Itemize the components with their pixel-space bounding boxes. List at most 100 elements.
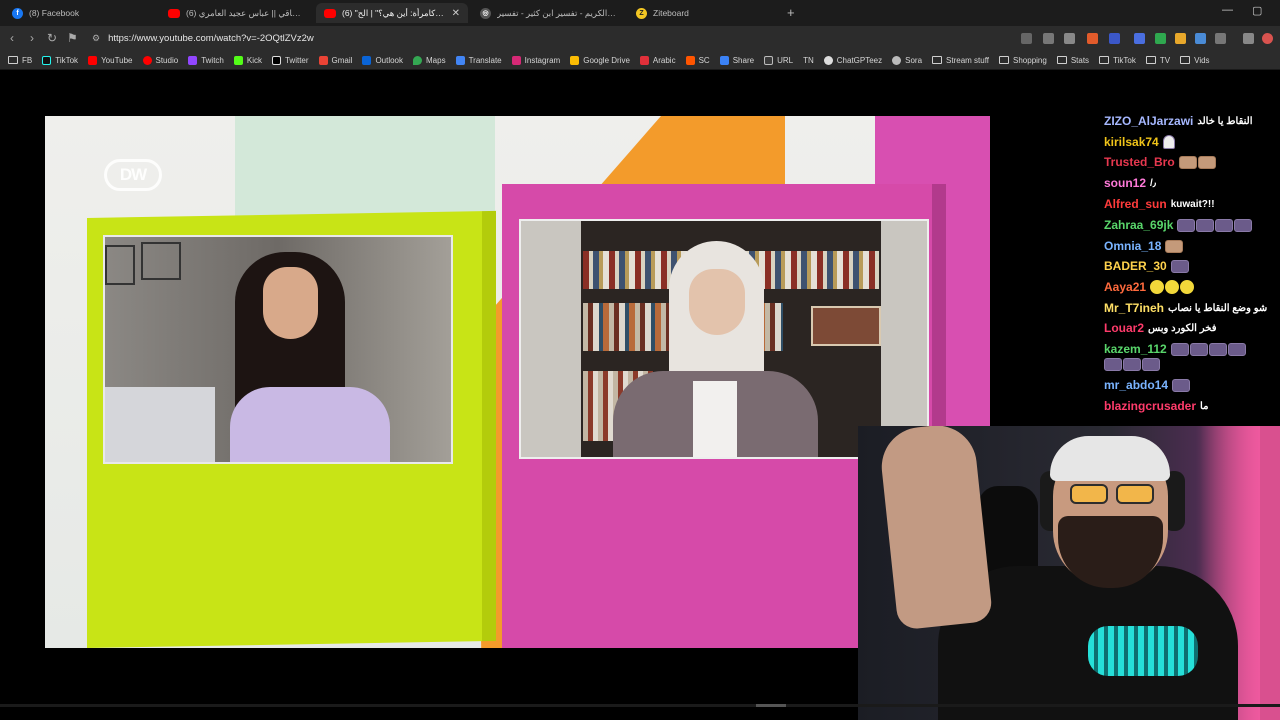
bookmark-outlook[interactable]: Outlook — [362, 55, 404, 65]
media-icon[interactable] — [1243, 33, 1254, 44]
bookmark-tn[interactable]: TN — [803, 56, 814, 65]
bookmark-tv[interactable]: TV — [1145, 56, 1170, 65]
bookmark-instagram[interactable]: Instagram — [511, 55, 560, 65]
tab-youtube-song[interactable]: (6) اجمل ساقي || عباس عجيد العامري :k — [160, 3, 310, 23]
reload-icon[interactable]: ↻ — [47, 31, 57, 45]
emote-icon — [1197, 155, 1216, 169]
video-progress-bar[interactable] — [0, 704, 1280, 707]
maximize-icon[interactable]: ▢ — [1252, 4, 1262, 17]
address-bar[interactable]: ⚙ https://www.youtube.com/watch?v=-2OQtl… — [88, 29, 1008, 48]
bookmark-youtube[interactable]: YouTube — [88, 55, 133, 65]
emote-icon — [1162, 135, 1175, 149]
bookmark-label: TN — [803, 55, 814, 65]
emote-icon — [1178, 155, 1197, 169]
tab-ziteboard[interactable]: Z Ziteboard — [628, 3, 778, 23]
close-tab-icon[interactable]: ✕ — [452, 8, 460, 19]
chat-emotes — [1172, 378, 1191, 392]
emote-icon — [1180, 280, 1195, 294]
chat-username[interactable]: ZIZO_AlJarzawi — [1104, 114, 1193, 128]
extension-icon[interactable] — [1134, 33, 1145, 44]
extension-icon[interactable] — [1109, 33, 1120, 44]
extension-icon[interactable] — [1155, 33, 1166, 44]
bookmark-kick[interactable]: Kick — [233, 55, 262, 65]
bookmark-label: Vids — [1194, 55, 1210, 65]
bookmark-label: TikTok — [55, 55, 79, 65]
bookmark-icon[interactable]: ⚑ — [67, 31, 78, 45]
emote-icon — [1189, 342, 1208, 356]
video-player[interactable]: DW — [45, 116, 990, 648]
tab-quran[interactable]: ◎ القرآن الكريم - تفسير ابن كثير - تفسير — [472, 3, 624, 23]
chat-username[interactable]: BADER_30 — [1104, 259, 1167, 273]
brave-shield-icon[interactable] — [1087, 33, 1098, 44]
bookmark-label: Outlook — [375, 55, 404, 65]
tab-youtube-active[interactable]: (6) "حقوقي كامرأة: أين هي؟" | الح ✕ — [316, 3, 468, 23]
folder-icon — [1180, 56, 1191, 64]
bookmark-shopping[interactable]: Shopping — [999, 56, 1047, 65]
bookmark-tiktok-folder[interactable]: TikTok — [1099, 56, 1136, 65]
bookmark-drive[interactable]: Google Drive — [570, 55, 630, 65]
folder-icon — [1145, 56, 1156, 64]
bookmark-gmail[interactable]: Gmail — [318, 55, 352, 65]
bookmark-stats[interactable]: Stats — [1056, 56, 1089, 65]
site-info-icon[interactable]: ⚙ — [92, 33, 100, 44]
url-icon — [764, 55, 774, 65]
folder-icon — [932, 56, 943, 64]
chat-username[interactable]: Louar2 — [1104, 321, 1144, 335]
bookmark-twitter[interactable]: Twitter — [271, 55, 309, 65]
minimize-icon[interactable]: — — [1222, 4, 1233, 16]
extensions-menu-icon[interactable] — [1215, 33, 1226, 44]
maps-icon — [413, 55, 423, 65]
chat-username[interactable]: kirilsak74 — [1104, 135, 1159, 149]
bookmark-maps[interactable]: Maps — [413, 55, 446, 65]
chat-username[interactable]: Aaya21 — [1104, 280, 1146, 294]
chat-username[interactable]: Trusted_Bro — [1104, 155, 1175, 169]
chat-message: Omnia_18 — [1104, 239, 1184, 253]
bookmark-fb[interactable]: FB — [8, 56, 32, 65]
chat-username[interactable]: Alfred_sun — [1104, 197, 1167, 211]
tab-title: (6) "حقوقي كامرأة: أين هي؟" | الح — [342, 7, 446, 18]
bookmark-studio[interactable]: Studio — [142, 55, 178, 65]
chat-message — [1104, 358, 1160, 371]
chat-username[interactable]: Omnia_18 — [1104, 239, 1161, 253]
bookmark-tiktok[interactable]: TikTok — [42, 55, 79, 65]
bookmark-translate[interactable]: Translate — [455, 55, 502, 65]
progress-knob[interactable] — [756, 704, 786, 707]
new-tab-icon[interactable]: + — [787, 5, 795, 20]
chat-username[interactable]: mr_abdo14 — [1104, 378, 1168, 392]
chat-text: /٫ — [1150, 177, 1157, 189]
chat-message: kirilsak74 — [1104, 135, 1175, 149]
youtube-icon — [168, 8, 180, 18]
bookmark-sora[interactable]: Sora — [892, 55, 922, 65]
chat-emotes — [1177, 218, 1253, 232]
chat-username[interactable]: kazem_112 — [1104, 342, 1167, 356]
screen-ext-icon[interactable] — [1043, 33, 1054, 44]
bookmark-vids[interactable]: Vids — [1180, 55, 1210, 65]
bookmark-label: Translate — [468, 55, 502, 65]
back-icon[interactable]: ‹ — [10, 31, 14, 45]
emote-icon — [1150, 280, 1165, 294]
bookmark-share[interactable]: Share — [719, 55, 754, 65]
profile-avatar[interactable] — [1262, 33, 1273, 44]
bookmark-chatgpteez[interactable]: ChatGPTeez — [823, 55, 882, 65]
tab-facebook[interactable]: f (8) Facebook — [4, 3, 154, 23]
chat-username[interactable]: Mr_T7ineh — [1104, 301, 1164, 315]
chat-emotes — [1165, 239, 1184, 253]
extension-icon[interactable] — [1195, 33, 1206, 44]
dw-logo: DW — [104, 159, 162, 191]
bookmark-sc[interactable]: SC — [685, 55, 710, 65]
chat-username[interactable]: Zahraa_69jk — [1104, 218, 1173, 232]
chat-username[interactable]: soun12 — [1104, 176, 1146, 190]
arabic-icon — [639, 55, 649, 65]
bookmark-twitch[interactable]: Twitch — [188, 55, 224, 65]
instagram-icon — [511, 55, 521, 65]
bookmark-url[interactable]: URL — [764, 55, 793, 65]
share-ext-icon[interactable] — [1064, 33, 1075, 44]
forward-icon[interactable]: › — [30, 31, 34, 45]
chat-message: Aaya21 — [1104, 280, 1195, 294]
bookmark-stream-stuff[interactable]: Stream stuff — [932, 56, 989, 65]
emote-icon — [1170, 259, 1189, 273]
bookmark-arabic[interactable]: Arabic — [639, 55, 676, 65]
chat-username[interactable]: blazingcrusader — [1104, 399, 1196, 413]
translate-ext-icon[interactable] — [1021, 33, 1032, 44]
extension-icon[interactable] — [1175, 33, 1186, 44]
